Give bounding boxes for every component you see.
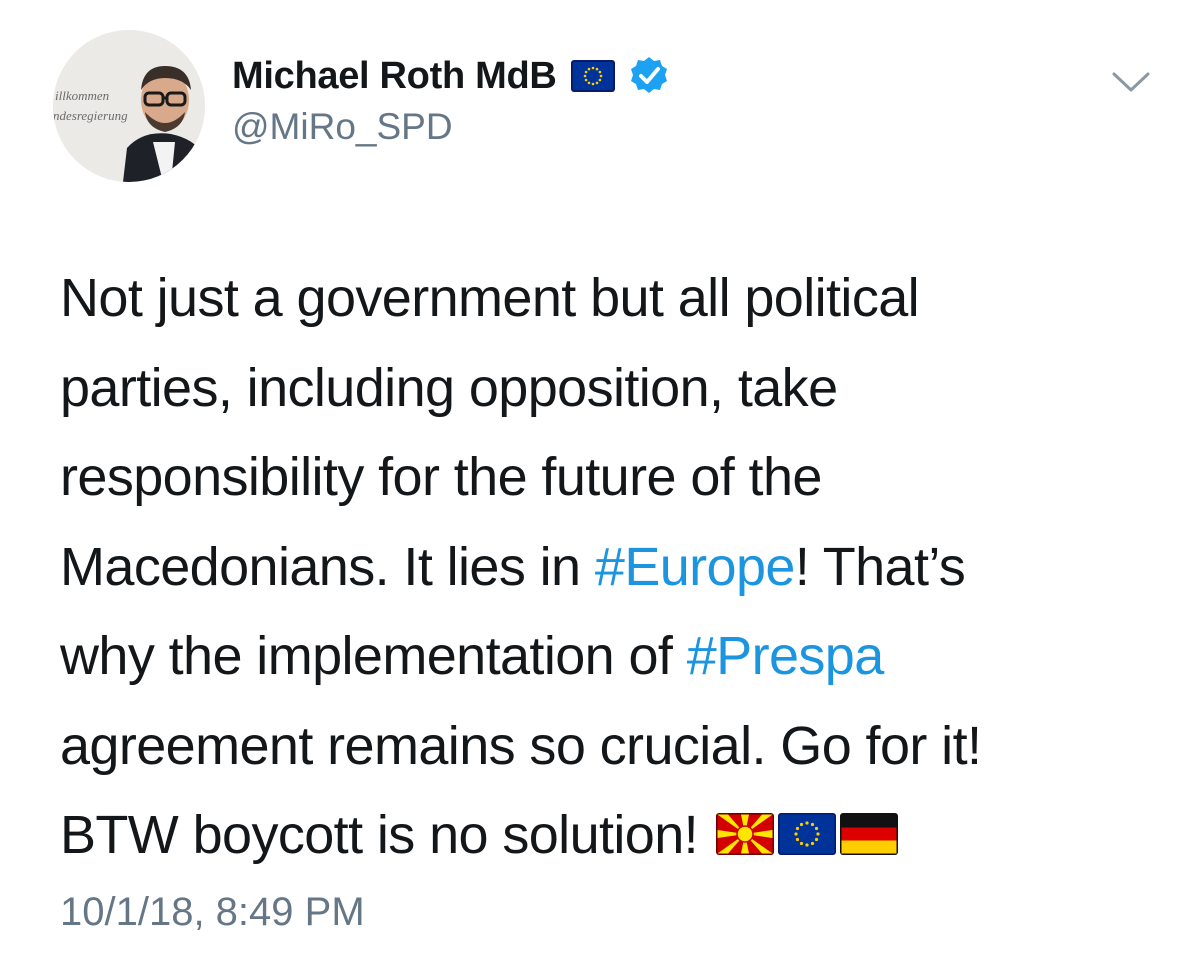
tweet-line: responsibility for the future of the (60, 433, 1160, 523)
eu-star (587, 67, 590, 71)
eu-star (583, 74, 586, 78)
eu-star (598, 70, 601, 74)
eu-flag-icon (570, 60, 615, 92)
avatar-photo: illkommen ndesregierung (53, 30, 205, 182)
tweet-text-segment: responsibility for the future of the (60, 447, 822, 507)
eu-star (816, 832, 821, 836)
eu-star (587, 81, 590, 85)
tweet-text-segment: ! That’s (794, 536, 966, 597)
eu-star (794, 832, 799, 836)
germany-flag-icon (840, 793, 899, 855)
tweet-text-segment: why the implementation of (60, 626, 687, 686)
eu-star (598, 78, 601, 82)
tweet-line: why the implementation of #Prespa (60, 612, 1160, 702)
eu-star (811, 841, 815, 846)
author-name-row[interactable]: Michael Roth MdB (232, 52, 669, 100)
tweet-text-segment: parties, including opposition, take (60, 357, 838, 418)
tweet-line: agreement remains so crucial. Go for it! (60, 702, 1160, 792)
eu-star (815, 837, 819, 842)
eu-star (796, 826, 800, 831)
eu-star (595, 81, 598, 85)
eu-star (595, 67, 598, 71)
tweet-text-segment: Macedonians. It lies in (60, 536, 595, 597)
tweet-line: BTW boycott is no solution! (60, 791, 1160, 881)
hashtag-prespa-link[interactable]: #Prespa (687, 626, 885, 686)
eu-star (591, 66, 594, 70)
avatar-bg-text-2: ndesregierung (53, 108, 128, 123)
tweet-line: Not just a government but all political (60, 254, 1160, 344)
eu-star (796, 837, 800, 842)
eu-star (584, 78, 587, 82)
eu-star (815, 826, 819, 831)
eu-star (599, 74, 602, 78)
tweet-timestamp[interactable]: 10/1/18, 8:49 PM (60, 890, 365, 935)
eu-star (591, 82, 594, 86)
eu-flag-icon (778, 793, 837, 855)
chevron-down-icon[interactable] (1108, 66, 1154, 96)
hashtag-europe-link[interactable]: #Europe (595, 537, 796, 597)
author-display-name[interactable]: Michael Roth MdB (232, 55, 557, 98)
tweet-text-segment: Not just a government but all political (60, 268, 920, 328)
tweet-text: Not just a government but all political … (60, 254, 1160, 881)
verified-badge-icon (629, 56, 669, 96)
avatar[interactable]: illkommen ndesregierung (53, 30, 205, 182)
tweet-line: parties, including opposition, take (60, 344, 1160, 434)
eu-star (805, 843, 810, 847)
tweet-card: illkommen ndesregierung Michael Roth MdB (0, 0, 1200, 958)
eu-star (805, 821, 810, 825)
tweet-text-segment: BTW boycott is no solution! (60, 805, 713, 865)
macedonia-flag-icon (716, 793, 775, 855)
tweet-text-segment: agreement remains so crucial. Go for it! (60, 715, 982, 776)
tweet-line: Macedonians. It lies in #Europe! That’s (60, 523, 1160, 613)
eu-star (800, 841, 804, 846)
eu-star (811, 822, 815, 827)
eu-star (584, 70, 587, 74)
avatar-bg-text-1: illkommen (55, 88, 109, 103)
author-handle[interactable]: @MiRo_SPD (232, 106, 453, 148)
eu-star (800, 822, 804, 827)
